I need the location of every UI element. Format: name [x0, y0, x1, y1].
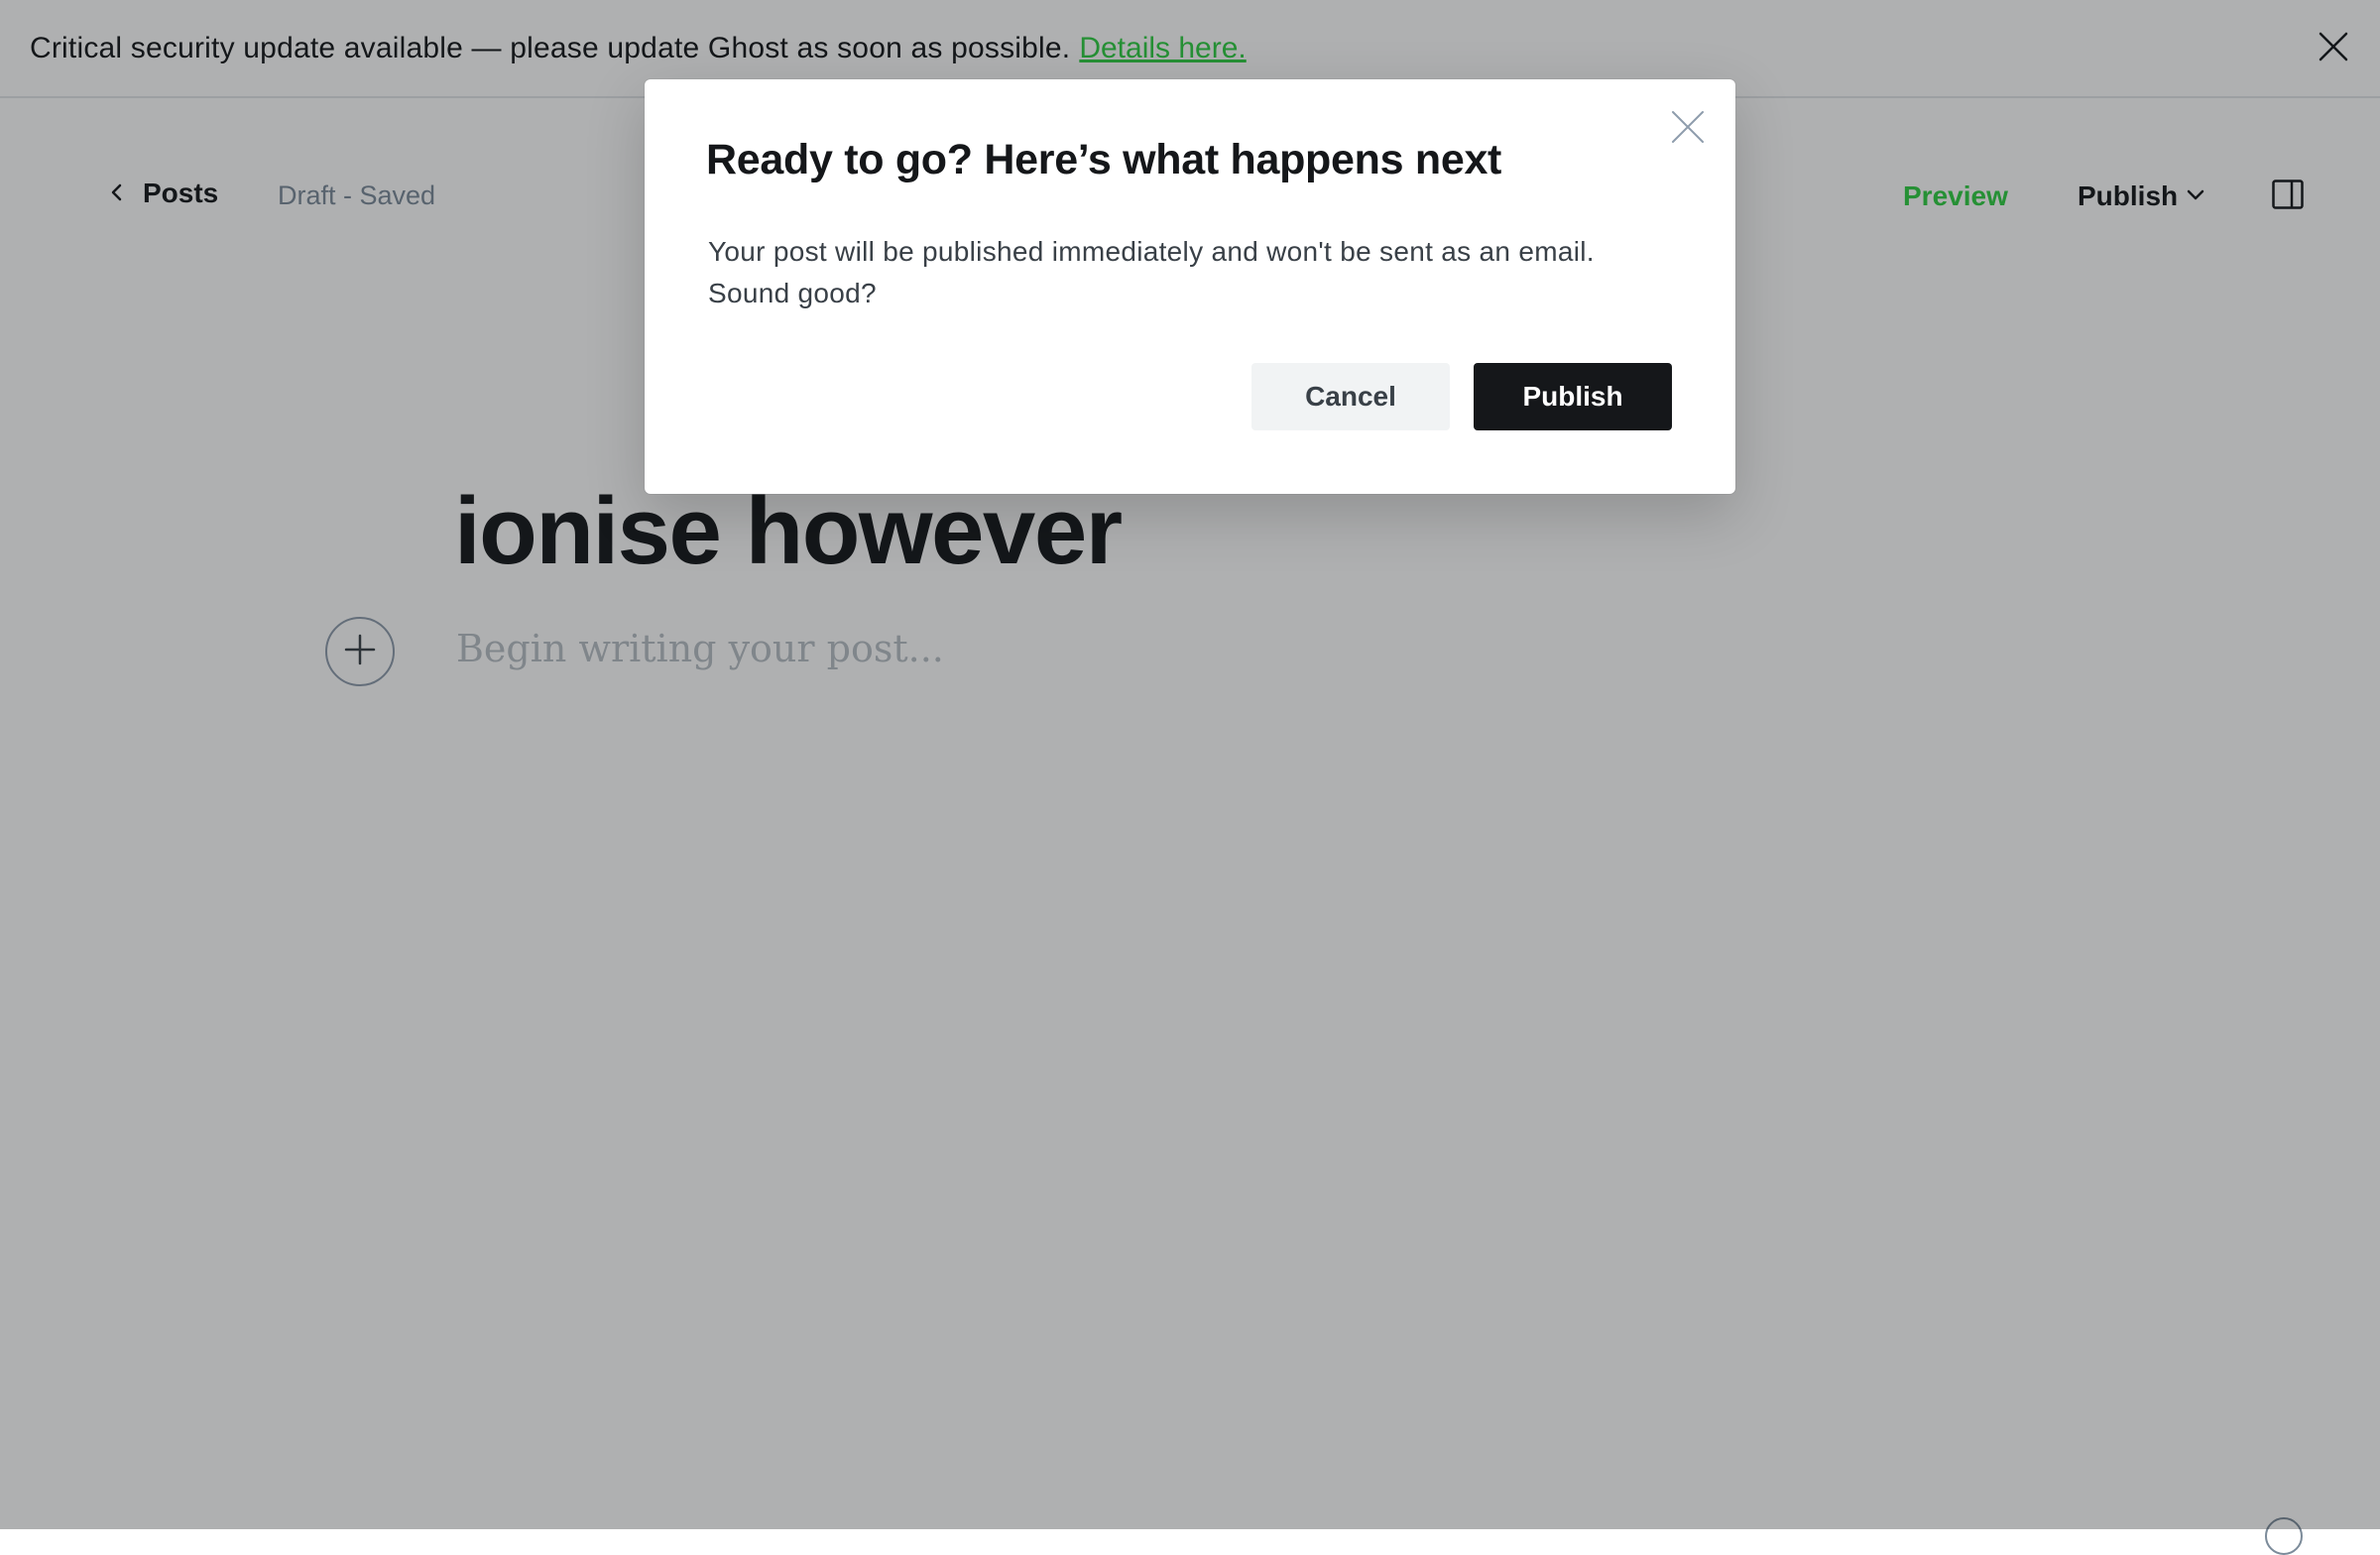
publish-button[interactable]: Publish — [1474, 363, 1672, 430]
modal-body: Your post will be published immediately … — [708, 236, 1595, 308]
publish-confirm-modal: Ready to go? Here’s what happens next Yo… — [645, 79, 1735, 494]
cancel-button[interactable]: Cancel — [1251, 363, 1450, 430]
close-icon[interactable] — [1670, 109, 1706, 145]
modal-title: Ready to go? Here’s what happens next — [706, 136, 1502, 183]
